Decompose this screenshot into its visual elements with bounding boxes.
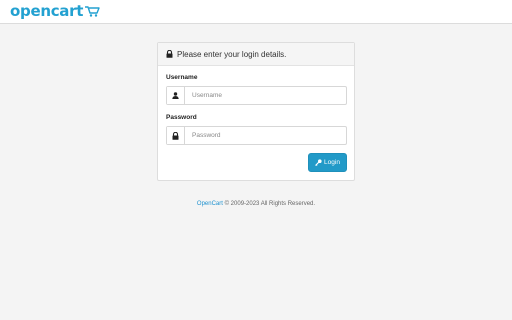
opencart-logo[interactable]: opencart (10, 3, 100, 22)
footer: OpenCart © 2009-2023 All Rights Reserved… (0, 201, 512, 207)
username-input-group (166, 86, 347, 105)
login-panel: Please enter your login details. Usernam… (157, 42, 355, 181)
password-input[interactable] (185, 127, 346, 144)
logo-text: opencart (10, 2, 84, 20)
login-button-label: Login (324, 159, 340, 166)
username-label: Username (166, 74, 198, 81)
opencart-footer-link[interactable]: OpenCart (197, 201, 223, 207)
top-header: opencart (0, 0, 512, 24)
lock-icon (166, 50, 173, 58)
panel-title: Please enter your login details. (177, 49, 287, 59)
login-button[interactable]: Login (308, 153, 347, 172)
cart-icon (84, 4, 100, 22)
username-input[interactable] (185, 87, 346, 104)
copyright-text: © 2009-2023 All Rights Reserved. (224, 201, 316, 207)
lock-icon (167, 127, 185, 144)
password-input-group (166, 126, 347, 145)
key-icon (315, 159, 322, 166)
user-icon (167, 87, 185, 104)
panel-heading: Please enter your login details. (158, 43, 354, 66)
password-label: Password (166, 114, 197, 121)
